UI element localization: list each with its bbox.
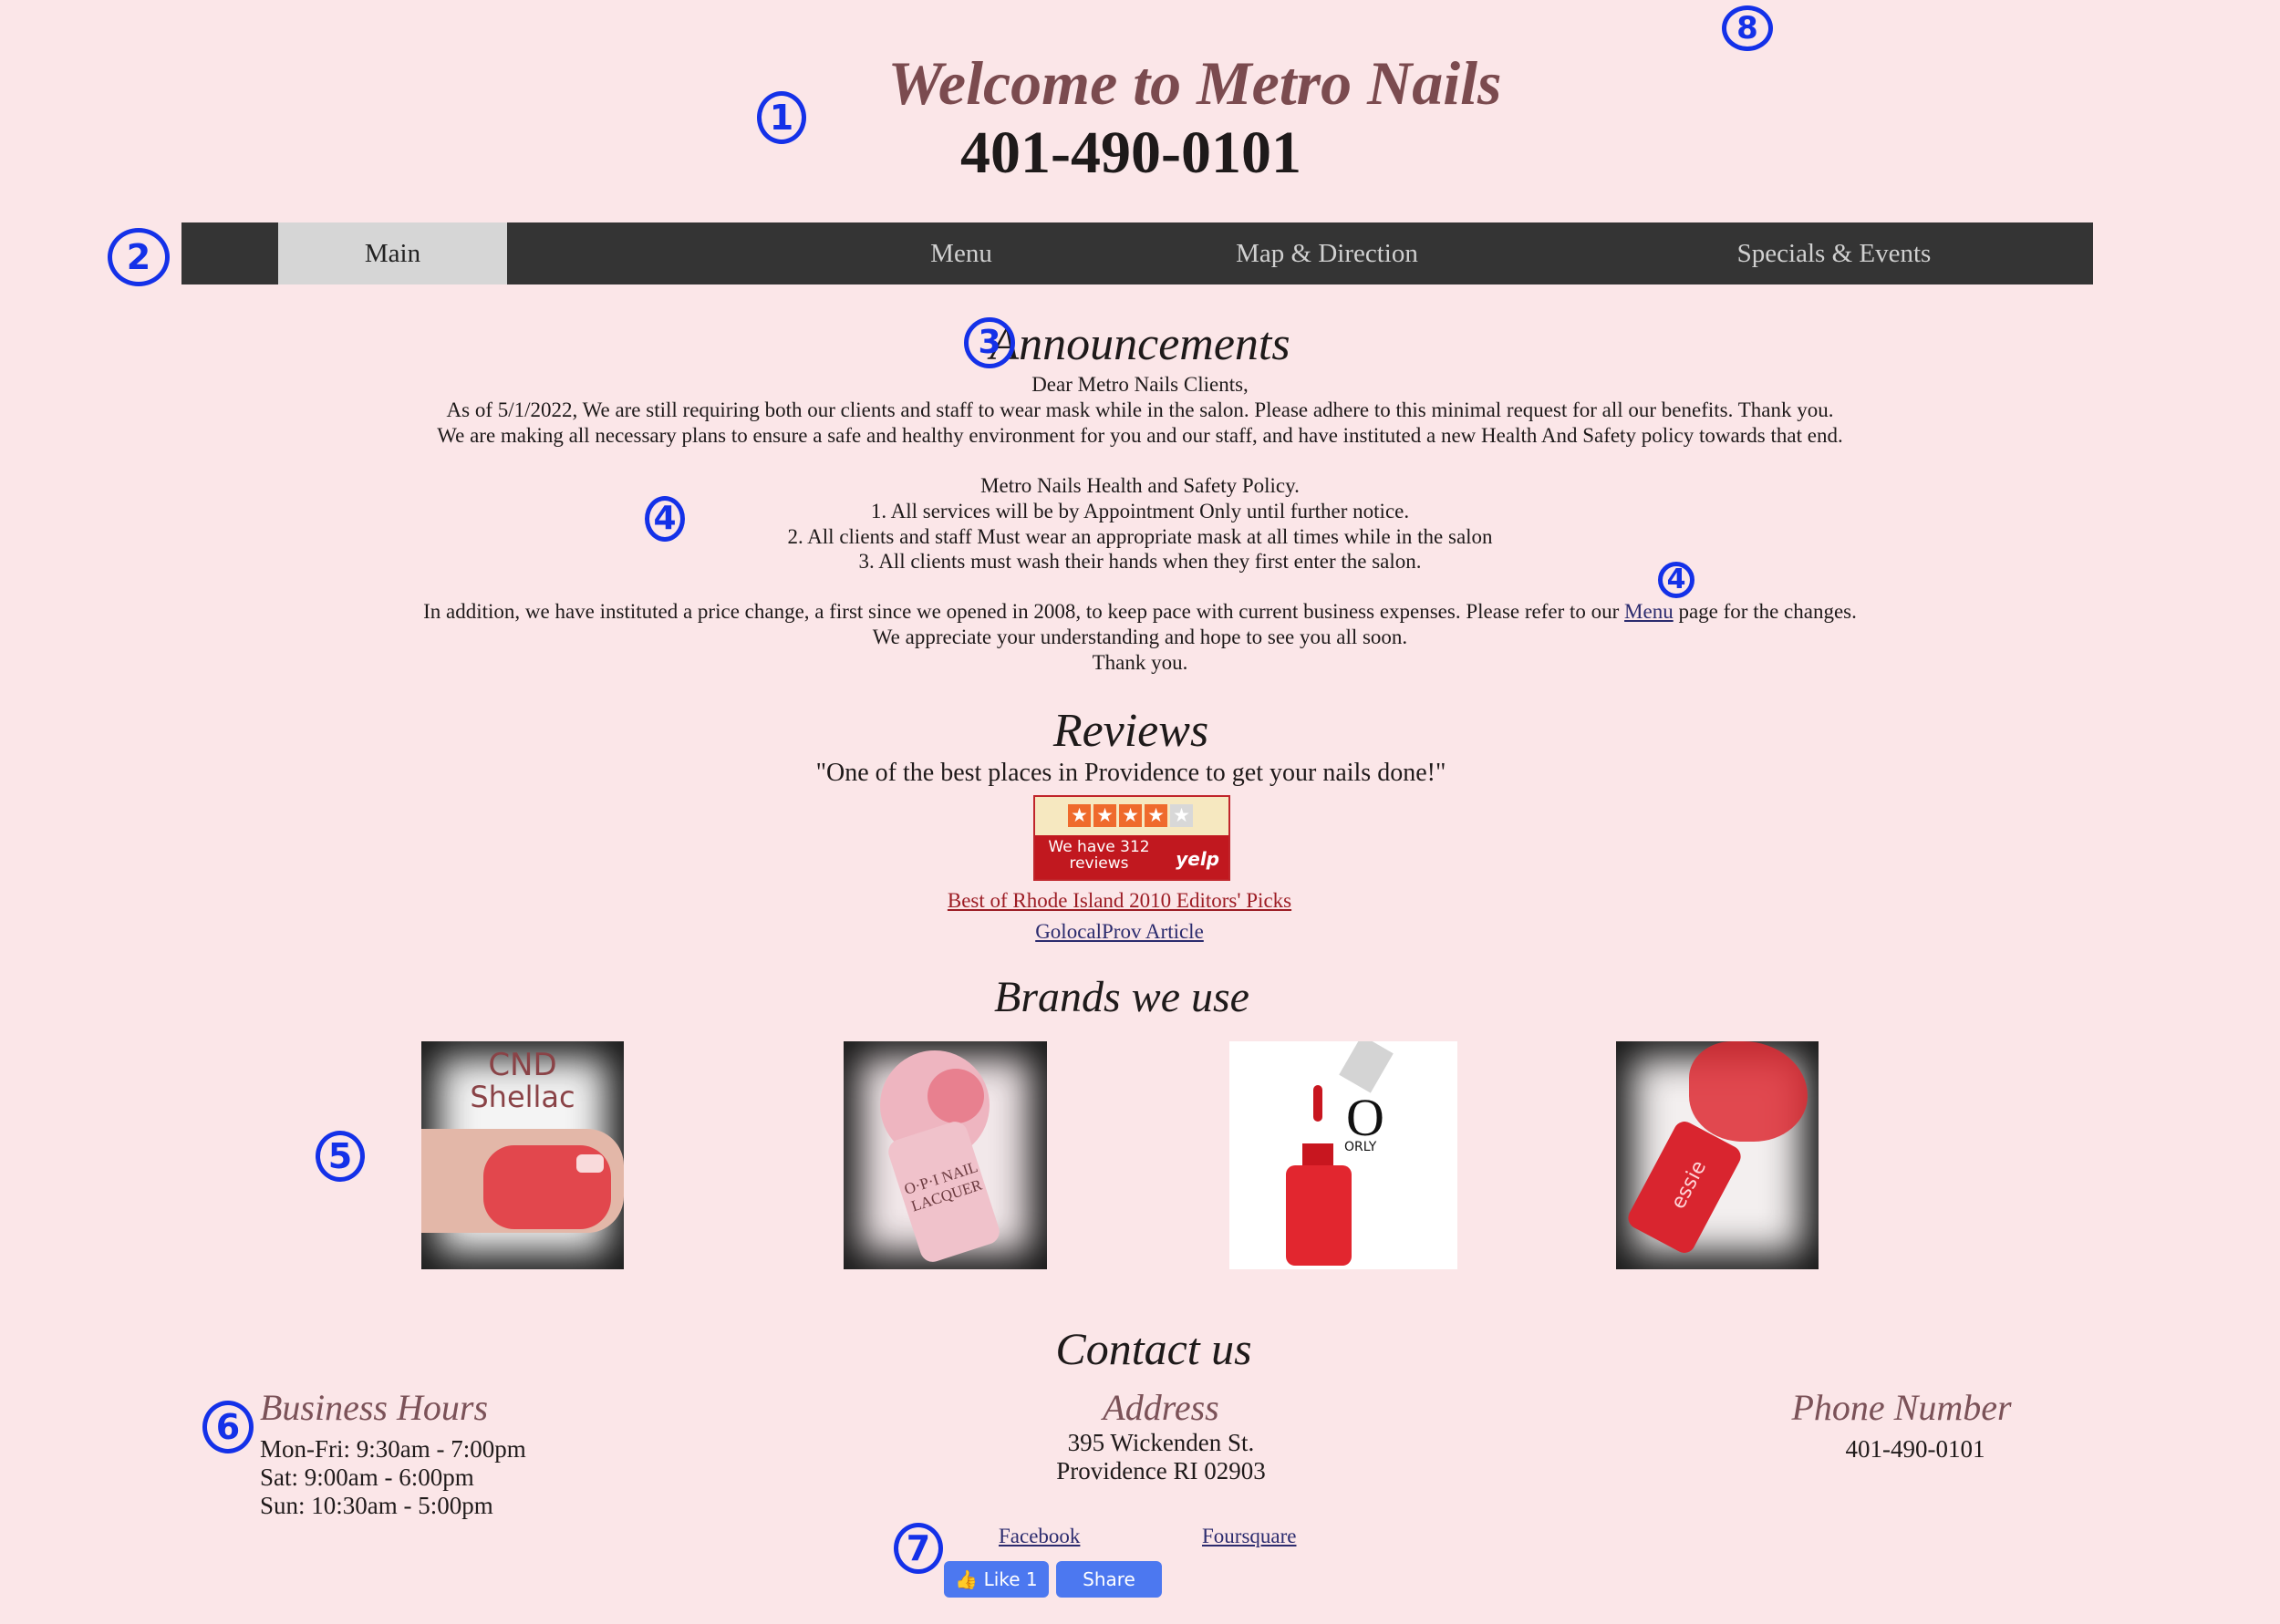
bottle-neck [1302, 1143, 1333, 1167]
appreciation-text: We appreciate your understanding and hop… [872, 626, 1408, 648]
shellac-logo-text: Shellac [470, 1080, 575, 1114]
thumbs-up-icon: 👍 [955, 1568, 979, 1590]
golocalprov-link[interactable]: GolocalProv Article [939, 920, 1300, 944]
nav-item-specials[interactable]: Specials & Events [1656, 222, 2012, 284]
orly-logo-text: ORLY [1344, 1140, 1377, 1154]
policy-item: 2. All clients and staff Must wear an ap… [787, 525, 1493, 548]
hours-saturday: Sat: 9:00am - 6:00pm [260, 1464, 474, 1491]
yelp-badge[interactable]: ★ ★ ★ ★ ★ We have 312 reviews yelp [1033, 795, 1230, 881]
address-block: 395 Wickenden St. Providence RI 02903 [979, 1429, 1343, 1485]
hours-list: Mon-Fri: 9:30am - 7:00pm Sat: 9:00am - 6… [260, 1435, 526, 1520]
yelp-stars: ★ ★ ★ ★ ★ [1068, 804, 1193, 830]
annotation-mark: 7 [894, 1523, 943, 1574]
cnd-logo-text: CND [488, 1047, 557, 1083]
star-empty-icon: ★ [1170, 804, 1193, 827]
brands-heading: Brands we use [994, 973, 1249, 1021]
opi-image: O·P·I NAIL LACQUER [844, 1041, 1047, 1269]
announcement-line-1: As of 5/1/2022, We are still requiring b… [446, 398, 1834, 421]
essie-image: essie [1616, 1041, 1819, 1269]
annotation-mark: 5 [316, 1131, 365, 1182]
polish-drip [1313, 1085, 1322, 1122]
like-label: Like 1 [983, 1568, 1038, 1590]
annotation-mark: 6 [202, 1401, 254, 1453]
nav-item-main[interactable]: Main [278, 222, 507, 284]
contact-heading: Contact us [1055, 1323, 1252, 1374]
nav-item-menu[interactable]: Menu [783, 222, 1139, 284]
contact-phone: 401-490-0101 [1845, 1435, 1985, 1463]
pink-splash-inner [928, 1069, 984, 1123]
main-nav: Main Menu Map & Direction Specials & Eve… [181, 222, 2093, 284]
brush-cap [1339, 1041, 1394, 1093]
annotation-mark: 3 [964, 317, 1015, 368]
yelp-review-count: We have 312 reviews [1048, 838, 1150, 873]
hours-sunday: Sun: 10:30am - 5:00pm [260, 1492, 493, 1519]
best-of-ri-link[interactable]: Best of Rhode Island 2010 Editors' Picks [912, 889, 1327, 913]
cnd-shellac-image: CND Shellac [421, 1041, 624, 1269]
annotation-mark: 2 [108, 228, 170, 286]
annotation-mark: 8 [1722, 5, 1773, 51]
policy-item: 3. All clients must wash their hands whe… [858, 550, 1422, 573]
review-quote: "One of the best places in Providence to… [815, 759, 1446, 787]
reviews-heading: Reviews [1052, 705, 1209, 757]
yelp-logo: yelp [1176, 848, 1219, 870]
thank-you-text: Thank you. [1092, 651, 1188, 674]
star-icon: ★ [1068, 804, 1091, 827]
hours-weekday: Mon-Fri: 9:30am - 7:00pm [260, 1435, 526, 1463]
star-icon: ★ [1145, 804, 1167, 827]
star-icon: ★ [1093, 804, 1116, 827]
orly-image: O ORLY [1229, 1041, 1457, 1269]
annotation-mark: 4 [1658, 562, 1694, 598]
address-title: Address [1103, 1387, 1219, 1428]
yelp-badge-bottom: We have 312 reviews yelp [1035, 835, 1228, 879]
header-phone: 401-490-0101 [960, 119, 1301, 186]
nav-item-map[interactable]: Map & Direction [1149, 222, 1505, 284]
foursquare-link[interactable]: Foursquare [1202, 1525, 1296, 1548]
price-change-text: In addition, we have instituted a price … [0, 599, 2280, 625]
star-icon: ★ [1119, 804, 1142, 827]
nail-highlight [576, 1154, 604, 1173]
menu-link[interactable]: Menu [1624, 600, 1674, 623]
site-title: Welcome to Metro Nails [887, 48, 1502, 118]
address-street: 395 Wickenden St. [1067, 1429, 1255, 1456]
address-city: Providence RI 02903 [1056, 1457, 1266, 1484]
phone-number-title: Phone Number [1791, 1387, 2012, 1428]
red-splash [1689, 1041, 1808, 1142]
annotation-mark: 1 [757, 91, 806, 144]
facebook-link[interactable]: Facebook [999, 1525, 1080, 1548]
price-change-before: In addition, we have instituted a price … [423, 600, 1625, 623]
greeting: Dear Metro Nails Clients, [1031, 373, 1249, 396]
annotation-mark: 4 [645, 496, 685, 542]
policy-item: 1. All services will be by Appointment O… [870, 500, 1410, 522]
orly-o-logo: O [1346, 1088, 1384, 1147]
facebook-share-button[interactable]: Share [1056, 1561, 1162, 1598]
orly-bottle [1286, 1165, 1352, 1266]
price-change-after: page for the changes. [1673, 600, 1857, 623]
policy-title: Metro Nails Health and Safety Policy. [980, 474, 1300, 497]
facebook-like-button[interactable]: 👍 Like 1 [944, 1561, 1049, 1598]
business-hours-title: Business Hours [260, 1387, 489, 1428]
announcement-line-2: We are making all necessary plans to ens… [437, 424, 1843, 447]
